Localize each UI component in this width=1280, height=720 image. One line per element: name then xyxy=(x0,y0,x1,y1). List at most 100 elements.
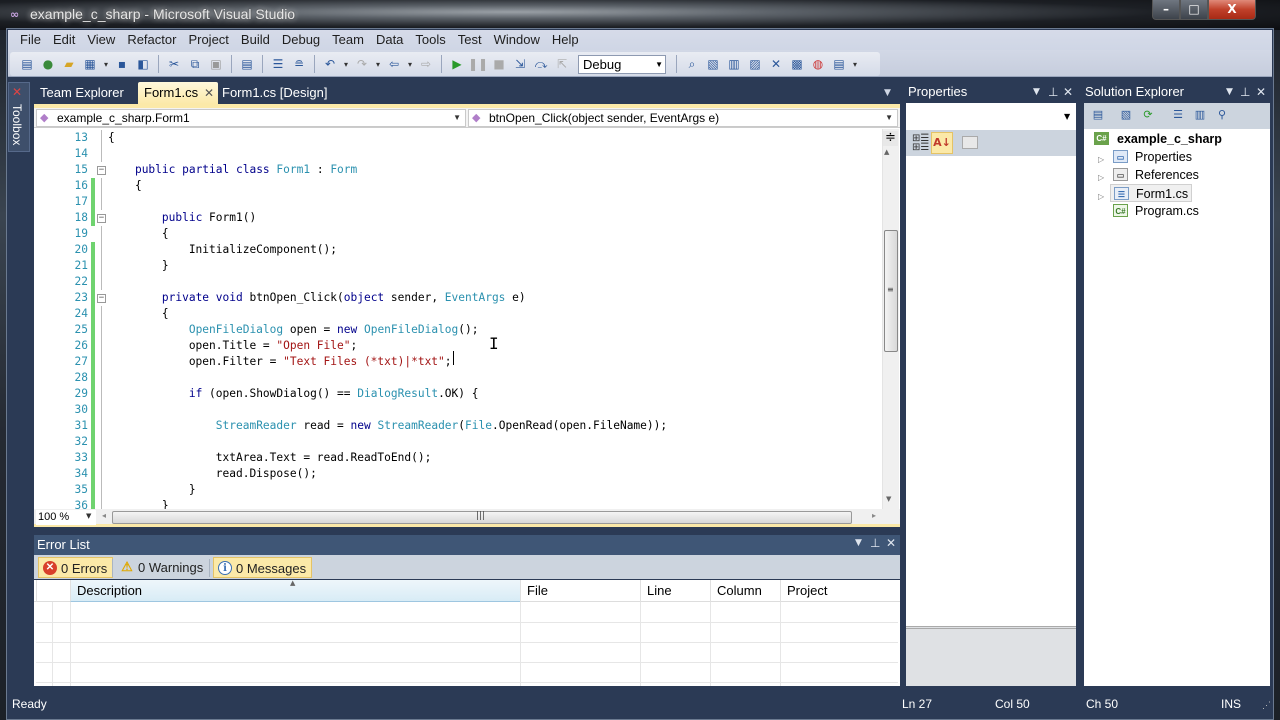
code-line[interactable]: 25 OpenFileDialog open = new OpenFileDia… xyxy=(36,322,882,338)
menu-file[interactable]: File xyxy=(14,30,47,50)
messages-filter-button[interactable]: i 0 Messages xyxy=(213,557,313,578)
code-line[interactable]: 15− public partial class Form1 : Form xyxy=(36,162,882,178)
errors-filter-button[interactable]: ✕ 0 Errors xyxy=(38,557,114,578)
code-line[interactable]: 33 txtArea.Text = read.ReadToEnd(); xyxy=(36,450,882,466)
find-in-files-icon[interactable]: ⌕ xyxy=(683,55,701,73)
tree-item-form1-cs[interactable]: ▷ ☰ Form1.cs xyxy=(1098,184,1193,202)
menu-tools[interactable]: Tools xyxy=(409,30,451,50)
tree-item-properties[interactable]: ▷ ▭ Properties xyxy=(1098,148,1195,166)
break-all-icon[interactable]: ❚❚ xyxy=(468,55,488,73)
code-line[interactable]: 34 read.Dispose(); xyxy=(36,466,882,482)
tree-project-root[interactable]: C# example_c_sharp xyxy=(1094,130,1225,148)
scroll-up-icon[interactable]: ▲ xyxy=(884,148,889,156)
collapse-icon[interactable]: − xyxy=(97,294,106,303)
code-line[interactable]: 17 xyxy=(36,194,882,210)
scroll-down-icon[interactable]: ▼ xyxy=(886,495,891,503)
open-file-icon[interactable]: ▰ xyxy=(60,55,78,73)
uncomment-icon[interactable]: ≘ xyxy=(290,55,308,73)
code-line[interactable]: 18− public Form1() xyxy=(36,210,882,226)
code-line[interactable]: 19 { xyxy=(36,226,882,242)
expand-arrow-icon[interactable]: ▷ xyxy=(1098,189,1104,205)
menu-window[interactable]: Window xyxy=(488,30,546,50)
split-window-icon[interactable]: ≑ xyxy=(883,131,898,146)
code-line[interactable]: 22 xyxy=(36,274,882,290)
step-out-icon[interactable]: ⇱ xyxy=(553,55,571,73)
dropdown-arrow-icon[interactable]: ▾ xyxy=(342,60,350,69)
tab-form1-design[interactable]: Form1.cs [Design] xyxy=(216,82,333,104)
toolbar-options-icon[interactable]: ▾ xyxy=(851,60,859,69)
navigate-forward-icon[interactable]: ⇨ xyxy=(417,55,435,73)
show-all-files-icon[interactable]: ▧ xyxy=(1118,107,1134,123)
chevron-down-icon[interactable]: ▼ xyxy=(1064,112,1070,121)
add-new-item-icon[interactable]: ▦ xyxy=(81,55,99,73)
toolbox-icon[interactable]: ✕ xyxy=(767,55,785,73)
pin-icon[interactable]: ⊥ xyxy=(1048,85,1058,99)
code-line[interactable]: 13 { xyxy=(36,130,882,146)
code-line[interactable]: 26 open.Title = "Open File"; xyxy=(36,338,882,354)
minimize-button[interactable]: – xyxy=(1152,0,1180,20)
column-header-line[interactable]: Line xyxy=(640,580,710,602)
close-pane-icon[interactable]: ✕ xyxy=(1063,85,1073,99)
add-item-icon[interactable]: ● xyxy=(39,55,57,73)
code-line[interactable]: 20 InitializeComponent(); xyxy=(36,242,882,258)
code-line[interactable]: 29 if (open.ShowDialog() == DialogResult… xyxy=(36,386,882,402)
collapse-icon[interactable]: − xyxy=(97,214,106,223)
close-button[interactable]: X xyxy=(1208,0,1256,20)
dropdown-arrow-icon[interactable]: ▾ xyxy=(374,60,382,69)
code-line[interactable]: 30 xyxy=(36,402,882,418)
close-tab-icon[interactable]: ✕ xyxy=(204,82,214,104)
collapse-icon[interactable]: − xyxy=(97,166,106,175)
expand-arrow-icon[interactable]: ▷ xyxy=(1098,152,1104,168)
cut-icon[interactable]: ✂ xyxy=(165,55,183,73)
menu-view[interactable]: View xyxy=(81,30,121,50)
solution-configuration-select[interactable]: Debug ▼ xyxy=(578,54,666,74)
menu-help[interactable]: Help xyxy=(546,30,585,50)
column-header-column[interactable]: Column xyxy=(710,580,780,602)
properties-icon[interactable]: ▥ xyxy=(725,55,743,73)
window-position-icon[interactable]: ▼ xyxy=(1033,87,1040,97)
scroll-left-icon[interactable]: ◂ xyxy=(102,511,106,520)
code-line[interactable]: 27 open.Filter = "Text Files (*txt)|*txt… xyxy=(36,354,882,370)
column-header-file[interactable]: File xyxy=(520,580,640,602)
property-pages-icon[interactable] xyxy=(962,136,978,149)
navigate-back-icon[interactable]: ⇦ xyxy=(385,55,403,73)
properties-icon[interactable]: ▤ xyxy=(1090,107,1106,123)
tab-team-explorer[interactable]: Team Explorer xyxy=(34,82,130,104)
new-project-icon[interactable]: ▤ xyxy=(18,55,36,73)
find-icon[interactable]: ▤ xyxy=(238,55,256,73)
tab-form1-cs[interactable]: Form1.cs ✕ xyxy=(138,82,218,104)
chevron-down-icon[interactable]: ▼ xyxy=(86,512,91,520)
class-dropdown[interactable]: ◆ example_c_sharp.Form1 ▼ xyxy=(36,109,466,127)
refresh-icon[interactable]: ⟳ xyxy=(1140,107,1156,123)
window-position-icon[interactable]: ▼ xyxy=(855,538,862,548)
menu-project[interactable]: Project xyxy=(182,30,234,50)
scroll-right-icon[interactable]: ▸ xyxy=(872,511,876,520)
class-view-icon[interactable]: ▩ xyxy=(788,55,806,73)
start-page-icon[interactable]: ▤ xyxy=(830,55,848,73)
tree-item-references[interactable]: ▷ ▭ References xyxy=(1098,166,1202,184)
window-position-icon[interactable]: ▼ xyxy=(1226,87,1233,97)
resize-grip-icon[interactable]: ⋰ xyxy=(1262,700,1271,711)
code-line[interactable]: 24 { xyxy=(36,306,882,322)
expand-arrow-icon[interactable]: ▷ xyxy=(1098,170,1104,186)
menu-test[interactable]: Test xyxy=(452,30,488,50)
menu-edit[interactable]: Edit xyxy=(47,30,81,50)
view-code-icon[interactable]: ☰ xyxy=(1170,107,1186,123)
dropdown-arrow-icon[interactable]: ▾ xyxy=(102,60,110,69)
view-designer-icon[interactable]: ▥ xyxy=(1192,107,1208,123)
paste-icon[interactable]: ▣ xyxy=(207,55,225,73)
code-line[interactable]: 14 xyxy=(36,146,882,162)
tree-item-program-cs[interactable]: C# Program.cs xyxy=(1110,202,1202,220)
alphabetical-icon[interactable]: A↓ xyxy=(931,132,953,154)
solution-explorer-icon[interactable]: ▧ xyxy=(704,55,722,73)
code-line[interactable]: 23− private void btnOpen_Click(object se… xyxy=(36,290,882,306)
column-header-project[interactable]: Project xyxy=(780,580,898,602)
save-icon[interactable]: ▪ xyxy=(113,55,131,73)
start-debugging-icon[interactable]: ▶ xyxy=(448,55,466,73)
class-diagram-icon[interactable]: ⚲ xyxy=(1214,107,1230,123)
column-header-category[interactable] xyxy=(36,580,70,602)
close-pane-icon[interactable]: ✕ xyxy=(1256,85,1266,99)
code-line[interactable]: 21 } xyxy=(36,258,882,274)
step-into-icon[interactable]: ⇲ xyxy=(511,55,529,73)
menu-build[interactable]: Build xyxy=(235,30,276,50)
